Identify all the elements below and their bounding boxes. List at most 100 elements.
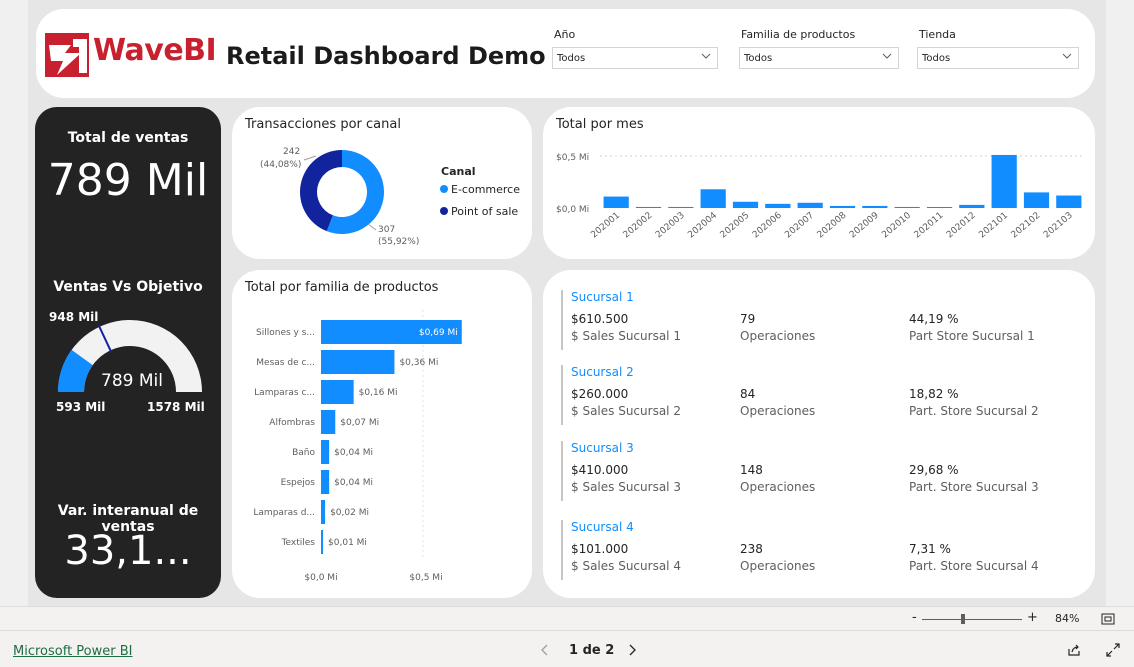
slicer-tienda[interactable]: Todos — [917, 47, 1079, 69]
familia-bar[interactable] — [321, 440, 330, 464]
fullscreen-icon[interactable] — [1106, 643, 1120, 657]
sucursal-name: Sucursal 3 — [571, 441, 634, 455]
gauge-target-label: 948 Mil — [49, 310, 99, 324]
sucursal-part: 18,82 % — [909, 387, 959, 401]
sucursal-sales-label: $ Sales Sucursal 2 — [571, 404, 681, 418]
month-bar[interactable] — [797, 202, 823, 208]
gauge-min-label: 593 Mil — [56, 400, 106, 414]
month-bar-chart[interactable]: $0,5 Mi$0,0 Mi202001 202002 202003 202004 20… — [550, 145, 1090, 255]
sucursal-divider — [561, 290, 563, 350]
familia-bar[interactable] — [321, 500, 326, 524]
x-tick-label: 202010 — [880, 210, 913, 240]
wavebi-logo-icon — [45, 33, 89, 77]
month-bar[interactable] — [1056, 195, 1082, 208]
sucursal-part: 7,31 % — [909, 542, 951, 556]
ventas-vs-objetivo-title: Ventas Vs Objetivo — [53, 279, 203, 295]
month-bar[interactable] — [668, 206, 694, 208]
zoom-out-button[interactable]: - — [912, 610, 917, 625]
sucursal-sales-label: $ Sales Sucursal 4 — [571, 559, 681, 573]
month-bar[interactable] — [765, 203, 791, 208]
x-tick-label: 202002 — [622, 211, 655, 241]
x-tick-label: $0,0 Mi — [304, 573, 337, 583]
month-bar[interactable] — [926, 207, 953, 208]
slicer-ano[interactable]: Todos — [552, 47, 718, 69]
sucursal-sales-label: $ Sales Sucursal 3 — [571, 480, 681, 494]
slicer-familia[interactable]: Todos — [739, 47, 899, 69]
familia-bar[interactable] — [321, 470, 330, 494]
familia-bar[interactable] — [321, 380, 354, 404]
familia-title: Total por familia de productos — [245, 280, 439, 295]
zoom-slider[interactable] — [922, 619, 1022, 620]
month-bar[interactable] — [1023, 192, 1050, 208]
familia-bar[interactable] — [321, 530, 324, 554]
x-tick-label: 202004 — [686, 210, 719, 240]
left-margin — [0, 0, 28, 606]
x-tick-label: 202008 — [816, 210, 849, 240]
fit-to-page-icon[interactable] — [1101, 613, 1115, 625]
slicer-tienda-value: Todos — [922, 53, 951, 64]
category-label: Mesas de c... — [256, 358, 315, 368]
bar-data-label: $0,07 Mi — [340, 418, 379, 428]
sucursal-ops-label: Operaciones — [740, 404, 816, 418]
zoom-in-button[interactable]: + — [1027, 610, 1038, 625]
zoom-slider-thumb[interactable] — [961, 614, 965, 624]
category-label: Alfombras — [269, 418, 315, 428]
zoom-level: 84% — [1055, 612, 1080, 625]
bar-data-label: $0,04 Mi — [334, 478, 373, 488]
familia-bar-chart[interactable]: Sillones y s... $0,69 Mi Mesas de c... $0,3… — [240, 310, 525, 590]
sucursal-sales-label: $ Sales Sucursal 1 — [571, 329, 681, 343]
chevron-down-icon — [1062, 53, 1072, 59]
donut-leader-line — [303, 155, 317, 161]
sucursal-ops: 79 — [740, 312, 756, 326]
month-bar[interactable] — [894, 206, 920, 208]
total-ventas-title: Total de ventas — [67, 130, 189, 146]
powerbi-link[interactable]: Microsoft Power BI — [13, 644, 132, 659]
month-bar[interactable] — [959, 204, 985, 208]
sucursal-ops: 238 — [740, 542, 763, 556]
sucursal-part: 44,19 % — [909, 312, 959, 326]
x-tick-label: 202102 — [1010, 211, 1043, 241]
sucursal-ops: 84 — [740, 387, 756, 401]
chevron-down-icon — [882, 53, 892, 59]
legend-dot-icon — [440, 185, 448, 193]
page-indicator: 1 de 2 — [569, 643, 615, 658]
month-bar[interactable] — [635, 206, 662, 208]
donut-data-label: 242 — [283, 147, 300, 157]
sucursal-part-label: Part Store Sucursal 1 — [909, 329, 1035, 343]
slicer-label-ano: Año — [554, 28, 576, 41]
dashboard-title: Retail Dashboard Demo — [226, 42, 546, 70]
sucursal-ops-label: Operaciones — [740, 559, 816, 573]
bar-data-label: $0,69 Mi — [419, 328, 458, 338]
legend-pos[interactable]: Point of sale — [440, 205, 518, 218]
prev-page-icon[interactable] — [540, 644, 550, 656]
month-bar[interactable] — [603, 196, 629, 208]
month-bar[interactable] — [862, 205, 888, 208]
sucursal-sales: $410.000 — [571, 463, 629, 477]
legend-dot-icon — [440, 207, 448, 215]
donut-chart[interactable]: 307 (55,92%) 242 (44,08%) — [240, 140, 430, 255]
sucursal-divider — [561, 365, 563, 425]
footer-bar: Microsoft Power BI 1 de 2 — [0, 630, 1134, 667]
total-ventas-value: 789 Mil — [47, 155, 209, 206]
category-label: Lamparas d... — [253, 508, 315, 518]
sucursal-name: Sucursal 1 — [571, 290, 634, 304]
x-tick-label: 202001 — [589, 211, 622, 241]
month-bar[interactable] — [700, 189, 726, 208]
slicer-familia-value: Todos — [744, 53, 773, 64]
familia-bar[interactable] — [321, 410, 336, 434]
familia-bar[interactable] — [321, 350, 395, 374]
sucursal-ops-label: Operaciones — [740, 329, 816, 343]
month-bar[interactable] — [991, 154, 1017, 208]
bar-data-label: $0,16 Mi — [359, 388, 398, 398]
legend-ecommerce[interactable]: E-commerce — [440, 183, 520, 196]
bar-data-label: $0,01 Mi — [328, 538, 367, 548]
bar-data-label: $0,36 Mi — [399, 358, 438, 368]
sucursal-sales: $610.500 — [571, 312, 629, 326]
legend-label: E-commerce — [451, 183, 520, 196]
next-page-icon[interactable] — [627, 644, 637, 656]
month-bar[interactable] — [829, 205, 856, 208]
sucursal-name: Sucursal 2 — [571, 365, 634, 379]
share-icon[interactable] — [1067, 643, 1081, 657]
month-bar[interactable] — [732, 201, 759, 208]
x-tick-label: 202006 — [751, 210, 784, 240]
